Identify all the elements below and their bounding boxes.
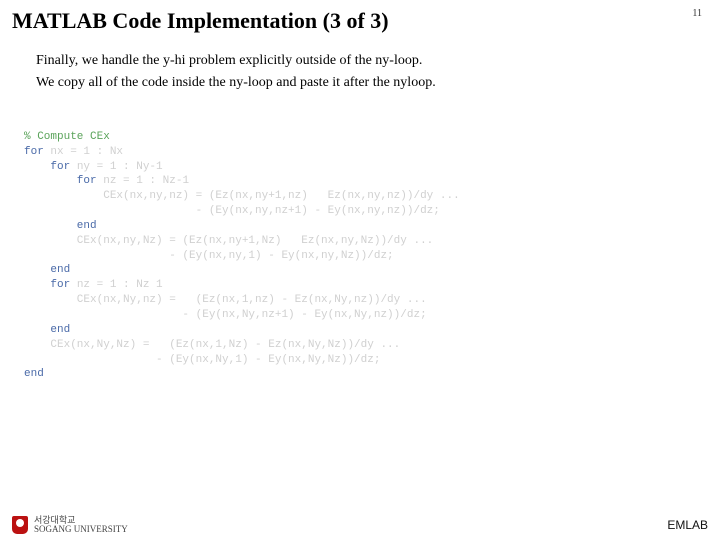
university-en: SOGANG UNIVERSITY [34, 525, 128, 534]
code-kw: end [24, 220, 97, 232]
code-text: - (Ey(nx,ny,nz+1) - Ey(nx,ny,nz))/dz; [24, 205, 440, 217]
body-line-2: We copy all of the code inside the ny‐lo… [36, 74, 708, 92]
lab-label: EMLAB [667, 518, 708, 532]
code-text: nx = 1 : Nx [44, 146, 123, 158]
code-kw: end [24, 368, 44, 380]
body-line-1: Finally, we handle the y‐hi problem expl… [36, 52, 708, 70]
code-text: ny = 1 : Ny-1 [70, 161, 162, 173]
code-kw: for [24, 161, 70, 173]
code-kw: for [24, 175, 97, 187]
code-kw: for [24, 146, 44, 158]
university-text: 서강대학교 SOGANG UNIVERSITY [34, 516, 128, 534]
code-text: - (Ey(nx,Ny,nz+1) - Ey(nx,Ny,nz))/dz; [24, 309, 427, 321]
code-text: CEx(nx,Ny,Nz) = (Ez(nx,1,Nz) - Ez(nx,Ny,… [24, 339, 400, 351]
code-block: % Compute CEx for nx = 1 : Nx for ny = 1… [24, 115, 708, 397]
code-text: - (Ey(nx,ny,1) - Ey(nx,ny,Nz))/dz; [24, 250, 394, 262]
code-kw: for [24, 279, 70, 291]
university-logo: 서강대학교 SOGANG UNIVERSITY [12, 516, 128, 534]
slide-title: MATLAB Code Implementation (3 of 3) [12, 8, 708, 34]
slide: 11 MATLAB Code Implementation (3 of 3) F… [0, 0, 720, 540]
page-number: 11 [692, 8, 702, 19]
code-comment: % Compute CEx [24, 131, 110, 143]
shield-icon [12, 516, 28, 534]
code-text: CEx(nx,Ny,nz) = (Ez(nx,1,nz) - Ez(nx,Ny,… [24, 294, 427, 306]
code-kw: end [24, 324, 70, 336]
code-text: nz = 1 : Nz 1 [70, 279, 162, 291]
code-text: CEx(nx,ny,Nz) = (Ez(nx,ny+1,Nz) Ez(nx,ny… [24, 235, 433, 247]
code-text: nz = 1 : Nz-1 [97, 175, 189, 187]
code-text: - (Ey(nx,Ny,1) - Ey(nx,Ny,Nz))/dz; [24, 354, 380, 366]
footer: 서강대학교 SOGANG UNIVERSITY EMLAB [12, 516, 708, 534]
code-kw: end [24, 264, 70, 276]
code-text: CEx(nx,ny,nz) = (Ez(nx,ny+1,nz) Ez(nx,ny… [24, 190, 460, 202]
